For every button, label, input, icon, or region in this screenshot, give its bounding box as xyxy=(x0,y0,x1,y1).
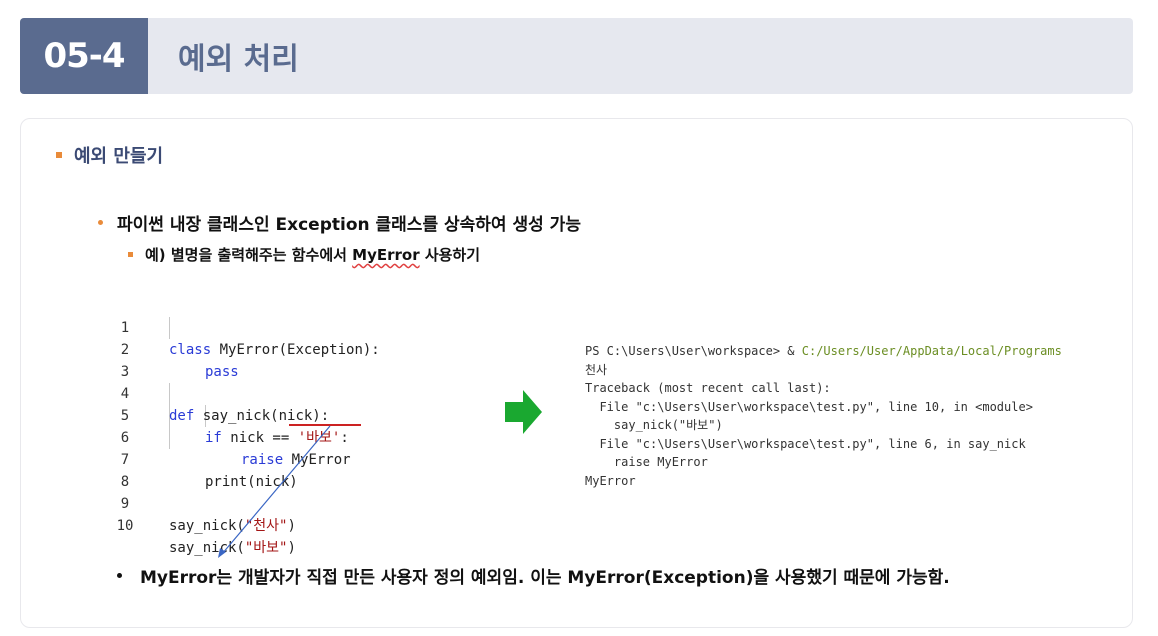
note-text: MyError는 개발자가 직접 만든 사용자 정의 예외임. 이는 MyErr… xyxy=(140,568,950,588)
sub-bullet-text: 예) 별명을 출력해주는 함수에서 MyError 사용하기 xyxy=(145,246,481,264)
code-line: 9 say_nick("천사") xyxy=(120,496,296,534)
code-line: 8 xyxy=(120,474,130,490)
code-line: 5 if nick == '바보': xyxy=(120,408,349,446)
terminal-line: say_nick("바보") xyxy=(585,418,723,432)
note-item: MyError는 개발자가 직접 만든 사용자 정의 예외임. 이는 MyErr… xyxy=(117,563,950,588)
square-bullet-icon xyxy=(128,252,133,257)
slide-title: 예외 처리 xyxy=(178,42,299,77)
code-line: 1 class MyError(Exception): xyxy=(120,320,380,358)
sub-bullet-item: 예) 별명을 출력해주는 함수에서 MyError 사용하기 xyxy=(128,244,480,265)
code-line: 4 def say_nick(nick): xyxy=(120,386,330,424)
square-bullet-icon xyxy=(56,152,62,158)
terminal-line: PS C:\Users\User\workspace> & xyxy=(585,344,802,358)
right-arrow-icon xyxy=(505,390,542,434)
terminal-line: 천사 xyxy=(585,362,608,377)
code-line: 10 say_nick("바보") xyxy=(116,518,296,556)
terminal-output: PS C:\Users\User\workspace> & C:/Users/U… xyxy=(585,342,1105,490)
bullet-text: 파이썬 내장 클래스인 Exception 클래스를 상속하여 생성 가능 xyxy=(117,215,581,235)
section-heading: 예외 만들기 xyxy=(56,142,163,168)
terminal-path: C:/Users/User/AppData/Local/Programs xyxy=(801,344,1062,358)
spellcheck-word: MyError xyxy=(352,246,420,264)
code-line: 2 pass xyxy=(120,342,239,380)
error-underline xyxy=(289,424,361,426)
bullet-item: 파이썬 내장 클래스인 Exception 클래스를 상속하여 생성 가능 xyxy=(98,210,581,235)
terminal-line: File "c:\Users\User\workspace\test.py", … xyxy=(585,399,1033,414)
dot-bullet-icon xyxy=(117,573,122,578)
terminal-line: MyError xyxy=(585,473,636,488)
terminal-line: Traceback (most recent call last): xyxy=(585,381,831,395)
terminal-line: raise MyError xyxy=(585,455,708,469)
terminal-line: File "c:\Users\User\workspace\test.py", … xyxy=(585,436,1026,451)
code-block: 1 class MyError(Exception): 2 pass 3 4 d… xyxy=(112,295,402,556)
slide-header: 05-4 예외 처리 xyxy=(20,18,1133,94)
section-heading-text: 예외 만들기 xyxy=(74,146,164,167)
code-line: 7 print(nick) xyxy=(120,452,298,490)
dot-bullet-icon xyxy=(98,220,103,225)
code-line: 3 xyxy=(120,364,130,380)
section-number: 05-4 xyxy=(20,18,148,94)
